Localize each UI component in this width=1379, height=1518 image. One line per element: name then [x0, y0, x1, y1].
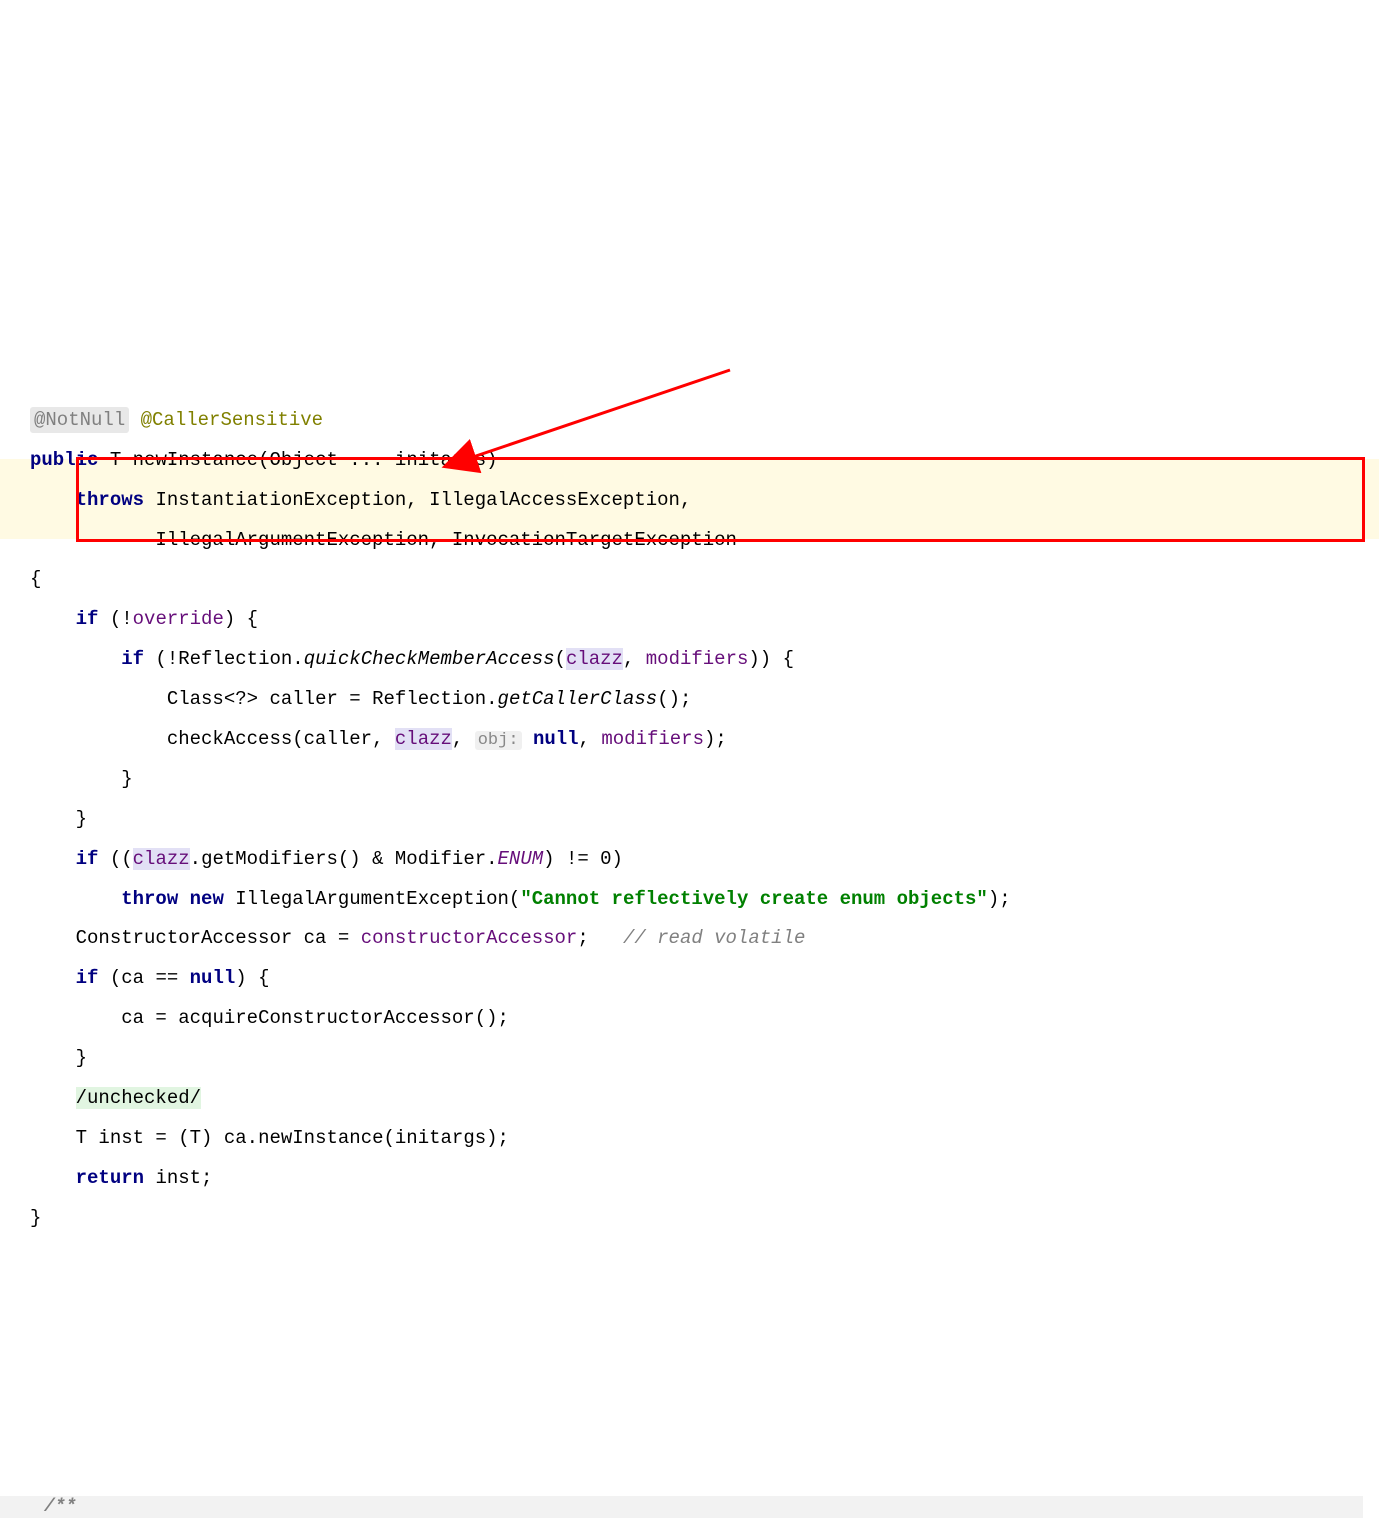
kw-throws: throws — [76, 489, 144, 511]
varargs: ... — [349, 449, 383, 471]
kw-new: new — [190, 888, 224, 910]
kw-public: public — [30, 449, 98, 471]
bottom-status-bar: /** — [0, 1496, 1363, 1518]
param-initargs: initargs — [395, 1127, 486, 1149]
field-modifiers: modifiers — [601, 728, 704, 750]
kw-if: if — [76, 967, 99, 989]
param-hint-obj: obj: — [475, 731, 522, 750]
method-getmodifiers: getModifiers — [201, 848, 338, 870]
field-modifiers: modifiers — [646, 648, 749, 670]
annotation-callersensitive: @CallerSensitive — [141, 409, 323, 431]
code-editor[interactable]: @NotNull @CallerSensitive public T newIn… — [0, 399, 1379, 1239]
var-caller: caller — [269, 688, 337, 710]
field-clazz: clazz — [395, 728, 452, 750]
field-clazz: clazz — [566, 648, 623, 670]
type-object: Object — [269, 449, 337, 471]
var-ca: ca — [121, 967, 144, 989]
type-T: T — [110, 449, 121, 471]
kw-return: return — [76, 1167, 144, 1189]
field-constructoraccessor: constructorAccessor — [361, 927, 578, 949]
var-ca: ca — [224, 1127, 247, 1149]
const-enum: ENUM — [498, 848, 544, 870]
var-caller: caller — [304, 728, 372, 750]
method-checkaccess: checkAccess — [167, 728, 292, 750]
var-ca: ca — [304, 927, 327, 949]
ex-invocationtarget: InvocationTargetException — [452, 529, 737, 551]
ex-illegalaccess: IllegalAccessException — [429, 489, 680, 511]
type-T: T — [76, 1127, 87, 1149]
kw-if: if — [76, 608, 99, 630]
suppress-unchecked: /unchecked/ — [76, 1087, 201, 1109]
field-clazz: clazz — [133, 848, 190, 870]
type-class: Class — [167, 688, 224, 710]
ex-illegalarg: IllegalArgumentException — [235, 888, 509, 910]
method-quickcheck: quickCheckMemberAccess — [304, 648, 555, 670]
kw-null: null — [533, 728, 579, 750]
class-modifier: Modifier — [395, 848, 486, 870]
type-T: T — [190, 1127, 201, 1149]
method-getcallerclass: getCallerClass — [498, 688, 658, 710]
ex-instantiation: InstantiationException — [155, 489, 406, 511]
var-ca: ca — [121, 1007, 144, 1029]
ex-illegalarg: IllegalArgumentException — [155, 529, 429, 551]
comment-readvolatile: // read volatile — [623, 927, 805, 949]
kw-if: if — [76, 848, 99, 870]
method-acquire: acquireConstructorAccessor — [178, 1007, 474, 1029]
kw-if: if — [121, 648, 144, 670]
method-name: newInstance — [133, 449, 258, 471]
class-reflection: Reflection — [178, 648, 292, 670]
string-enum-error: "Cannot reflectively create enum objects… — [520, 888, 987, 910]
method-name: newInstance — [258, 1127, 383, 1149]
type-constructoraccessor: ConstructorAccessor — [76, 927, 293, 949]
param-initargs: initargs — [395, 449, 486, 471]
class-reflection: Reflection — [372, 688, 486, 710]
javadoc-start: /** — [44, 1497, 76, 1517]
field-override: override — [133, 608, 224, 630]
kw-null: null — [190, 967, 236, 989]
wildcard: <?> — [224, 688, 258, 710]
var-inst: inst — [155, 1167, 201, 1189]
annotation-notnull: @NotNull — [30, 407, 129, 433]
var-inst: inst — [98, 1127, 144, 1149]
kw-throw: throw — [121, 888, 178, 910]
